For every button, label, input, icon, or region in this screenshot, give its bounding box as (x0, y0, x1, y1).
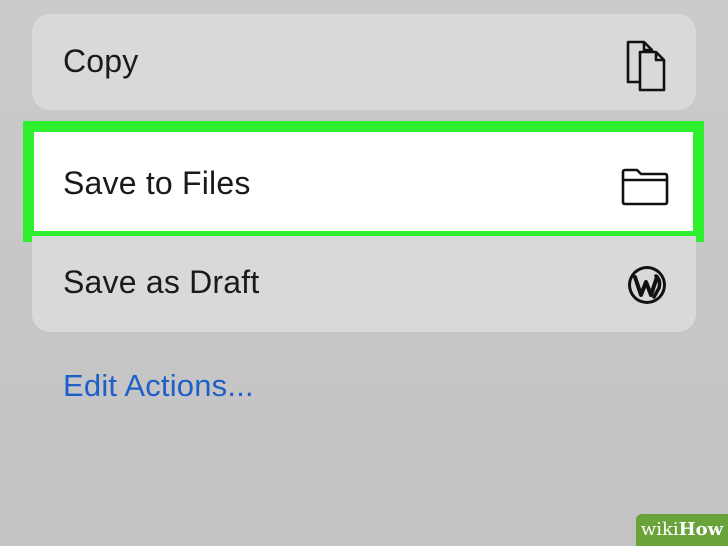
save-as-draft-label: Save as Draft (63, 264, 260, 300)
wordpress-icon (626, 264, 668, 311)
copy-icon (622, 36, 670, 97)
edit-actions-link[interactable]: Edit Actions... (63, 368, 254, 404)
folder-icon (621, 168, 669, 211)
wikihow-watermark: wikiHow (636, 514, 728, 546)
save-as-draft-action[interactable]: Save as Draft (32, 236, 696, 332)
save-to-files-label: Save to Files (63, 165, 251, 201)
copy-action[interactable]: Copy (32, 14, 696, 110)
save-to-files-action[interactable]: Save to Files (23, 121, 704, 242)
watermark-how: How (678, 519, 724, 540)
watermark-wiki: wiki (640, 519, 679, 540)
copy-label: Copy (63, 43, 139, 79)
